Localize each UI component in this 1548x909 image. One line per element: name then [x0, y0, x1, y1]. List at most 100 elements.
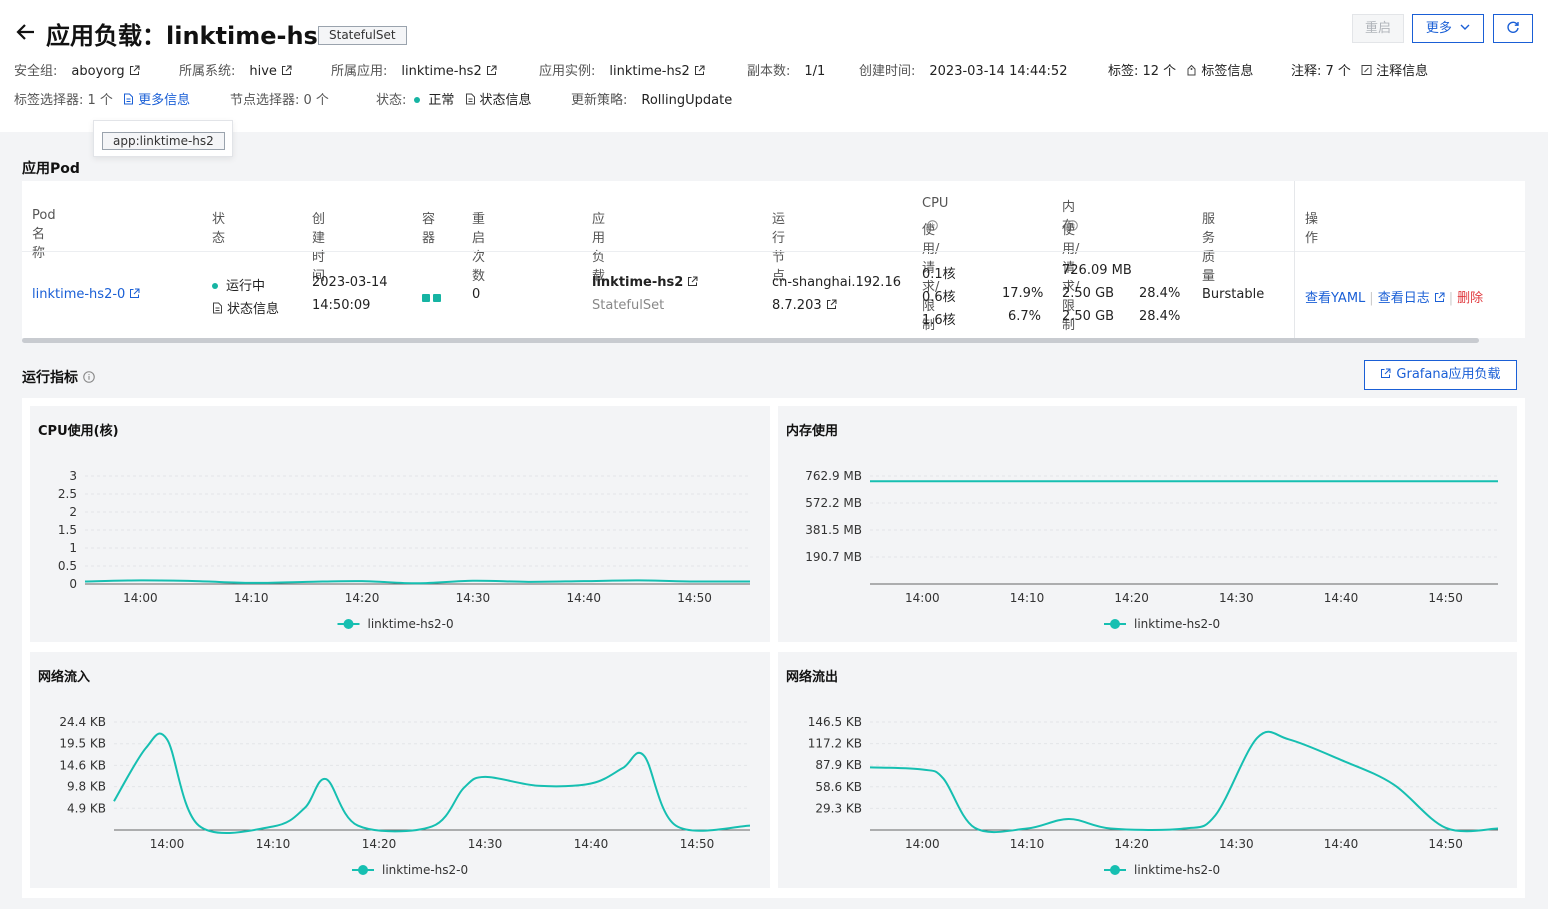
pod-status-info-link[interactable]: 状态信息 — [227, 302, 279, 317]
x-tick-label: 14:40 — [574, 837, 609, 851]
pod-name-link[interactable]: linktime-hs2-0 — [32, 287, 125, 302]
mem-limit-pct: 28.4% — [1139, 309, 1181, 324]
document-icon — [124, 93, 134, 105]
meta-item[interactable]: 所属应用: linktime-hs2 — [331, 60, 497, 79]
labels-info-link[interactable]: 标签信息 — [1201, 64, 1253, 79]
pod-created-date: 2023-03-14 — [312, 275, 388, 290]
delete-link[interactable]: 删除 — [1457, 291, 1483, 306]
more-dropdown-button[interactable]: 更多 — [1412, 14, 1484, 43]
status-dot — [414, 96, 421, 103]
y-tick-label: 19.5 KB — [59, 737, 106, 751]
document-icon — [213, 302, 222, 314]
y-tick-label: 572.2 MB — [805, 496, 862, 510]
meta-item: 副本数: 1/1 — [747, 60, 825, 79]
horizontal-scrollbar[interactable] — [22, 338, 1479, 343]
meta-item[interactable]: 所属系统: hive — [179, 60, 292, 79]
document-icon — [465, 93, 475, 105]
col-workload: 应用负载 — [592, 212, 606, 284]
qos-class: Burstable — [1202, 287, 1265, 302]
container-status-1[interactable] — [422, 294, 430, 302]
x-tick-label: 14:20 — [345, 591, 380, 605]
status-info-link[interactable]: 状态信息 — [480, 93, 532, 108]
cpu-usage-chart: CPU使用(核) 0 0.5 1 1.5 2 2.5 3 14:00 14:10 14:20 14:3… — [30, 406, 770, 642]
tag-icon — [1187, 64, 1196, 76]
annotations-info-link[interactable]: 注释信息 — [1376, 64, 1428, 79]
chart-canvas: 29.3 KB 58.6 KB 87.9 KB 117.2 KB 146.5 KB 14:… — [808, 715, 1499, 877]
x-tick-label: 14:30 — [1219, 837, 1254, 851]
x-tick-label: 14:50 — [1428, 837, 1463, 851]
y-tick-label: 9.8 KB — [67, 780, 106, 794]
node-selector: 节点选择器: 0 个 — [230, 93, 329, 108]
y-tick-label: 1 — [69, 541, 77, 555]
external-link-icon — [281, 65, 292, 75]
series-line — [869, 730, 1499, 834]
col-pod-name: Pod名称 — [32, 208, 56, 261]
meta-value[interactable]: hive — [249, 64, 277, 79]
mem-limit: 2.50 GB — [1062, 309, 1115, 324]
refresh-icon — [1507, 21, 1519, 33]
x-tick-label: 14:10 — [234, 591, 269, 605]
kind-badge: StatefulSet — [318, 26, 407, 45]
pod-status: 运行中 — [226, 279, 266, 294]
view-logs-link[interactable]: 查看日志 — [1378, 291, 1430, 306]
pod-name-cell[interactable]: linktime-hs2-0 — [32, 287, 140, 302]
restart-button[interactable]: 重启 — [1352, 14, 1404, 43]
pod-status-info[interactable]: 状态信息 — [212, 298, 279, 317]
selector-more-link[interactable]: 更多信息 — [138, 93, 190, 108]
col-node: 运行节点 — [772, 212, 786, 284]
x-tick-label: 14:30 — [468, 837, 503, 851]
view-yaml-link[interactable]: 查看YAML — [1305, 291, 1365, 306]
x-tick-label: 14:50 — [1428, 591, 1463, 605]
mem-use: 726.09 MB — [1062, 263, 1132, 278]
y-tick-label: 2.5 — [58, 487, 77, 501]
external-link-icon — [694, 65, 705, 75]
x-tick-label: 14:40 — [1324, 837, 1359, 851]
meta-value[interactable]: linktime-hs2 — [609, 64, 689, 79]
pods-section-title: 应用Pod — [22, 161, 80, 177]
y-tick-label: 117.2 KB — [808, 737, 862, 751]
meta-item[interactable]: 安全组: aboyorg — [14, 60, 140, 79]
workload-cell[interactable]: linktime-hs2 — [592, 275, 698, 290]
y-tick-label: 0 — [69, 577, 77, 591]
container-status-2[interactable] — [433, 294, 441, 302]
external-link-icon — [1434, 292, 1445, 302]
pod-created-time: 14:50:09 — [312, 298, 371, 313]
y-tick-label: 381.5 MB — [805, 523, 862, 537]
strategy-label: 更新策略: — [571, 93, 628, 108]
external-link-icon — [1381, 368, 1391, 378]
back-arrow-icon[interactable] — [16, 22, 36, 42]
legend-label: linktime-hs2-0 — [1134, 617, 1220, 631]
col-mem-sub: 使用/请求/限制 — [1062, 219, 1079, 333]
meta-item[interactable]: 应用实例: linktime-hs2 — [539, 60, 705, 79]
container-indicators[interactable] — [422, 291, 441, 306]
legend-swatch-dot — [358, 865, 368, 875]
actions-column-divider — [1294, 181, 1295, 338]
legend-label: linktime-hs2-0 — [1134, 863, 1220, 877]
y-tick-label: 146.5 KB — [808, 715, 862, 729]
grafana-button[interactable]: Grafana应用负载 — [1364, 360, 1517, 390]
cpu-request-pct: 17.9% — [1002, 286, 1044, 301]
refresh-button[interactable] — [1493, 14, 1533, 43]
memory-usage-chart: 内存使用 190.7 MB 381.5 MB 572.2 MB 762.9 MB 14:0… — [778, 406, 1517, 642]
meta-value[interactable]: aboyorg — [71, 64, 124, 79]
x-tick-label: 14:10 — [1010, 591, 1045, 605]
y-tick-label: 1.5 — [58, 523, 77, 537]
workload-name[interactable]: linktime-hs2 — [592, 275, 683, 290]
x-tick-label: 14:20 — [1114, 837, 1149, 851]
y-tick-label: 87.9 KB — [815, 758, 862, 772]
node-line-1[interactable]: cn-shanghai.192.16 — [772, 275, 901, 290]
chart-canvas: 190.7 MB 381.5 MB 572.2 MB 762.9 MB 14:00 14:… — [805, 469, 1498, 631]
col-qos: 服务质量 — [1202, 212, 1216, 284]
external-link-icon — [129, 65, 140, 75]
node-line-2-cell[interactable]: 8.7.203 — [772, 298, 837, 313]
running-dot — [212, 282, 218, 289]
node-line-2[interactable]: 8.7.203 — [772, 298, 822, 313]
metrics-section-title: 运行指标 — [22, 367, 95, 387]
cpu-request: 0.6核 — [922, 290, 956, 305]
meta-label: 应用实例: — [539, 64, 596, 79]
meta-value[interactable]: linktime-hs2 — [401, 64, 481, 79]
label-selector: 标签选择器: 1 个 更多信息 — [14, 89, 190, 108]
annotations-count-text: 注释: 7 个 — [1291, 64, 1351, 79]
external-link-icon — [130, 288, 140, 298]
y-tick-label: 762.9 MB — [805, 469, 862, 483]
